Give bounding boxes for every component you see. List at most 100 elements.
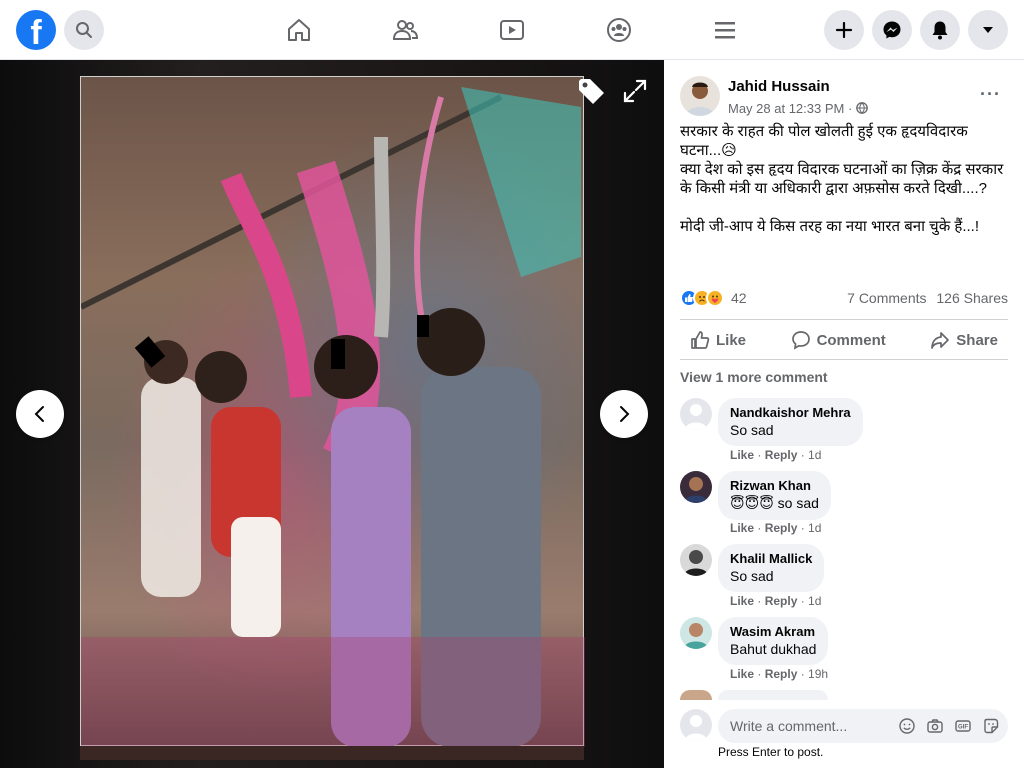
nav-watch[interactable] xyxy=(496,14,528,46)
comment-bubble: Wasim Akram Bahut dukhad xyxy=(718,617,829,665)
facebook-logo[interactable]: f xyxy=(16,10,56,50)
partial-comment-bubble xyxy=(718,690,828,700)
comment-age[interactable]: 1d xyxy=(808,594,821,608)
photo-viewer xyxy=(0,60,664,768)
fullscreen-button[interactable] xyxy=(622,78,648,109)
comment-input-placeholder: Write a comment... xyxy=(730,718,848,734)
comment-age[interactable]: 1d xyxy=(808,448,821,462)
author-name[interactable]: Jahid Hussain xyxy=(728,78,830,95)
shares-count-link[interactable]: 126 Shares xyxy=(936,290,1008,306)
comment-bubble: Rizwan Khan 😇😇😇 so sad xyxy=(718,471,831,520)
messenger-button[interactable] xyxy=(872,10,912,50)
comment-composer: Write a comment... GIF Press Enter to po… xyxy=(664,700,1024,768)
commenter-avatar[interactable] xyxy=(680,544,712,576)
thumbs-up-icon xyxy=(691,331,710,349)
comment-text: So sad xyxy=(730,568,774,584)
comment-meta: Like · Reply · 1d xyxy=(730,521,822,535)
search-button[interactable] xyxy=(64,10,104,50)
share-button[interactable]: Share xyxy=(920,330,1008,350)
reaction-count: 42 xyxy=(731,290,747,306)
comment-button[interactable]: Comment xyxy=(781,330,896,350)
nav-home[interactable] xyxy=(283,14,315,46)
comment-like-link[interactable]: Like xyxy=(730,667,754,681)
comment-meta: Like · Reply · 19h xyxy=(730,667,829,681)
divider-top xyxy=(680,319,1008,320)
create-button[interactable] xyxy=(824,10,864,50)
commenter-avatar-image xyxy=(680,544,712,576)
comment-reply-link[interactable]: Reply xyxy=(765,594,798,608)
default-avatar-image xyxy=(680,398,712,430)
bell-icon xyxy=(932,21,948,40)
previous-photo-button[interactable] xyxy=(16,390,64,438)
groups-icon xyxy=(607,18,631,42)
comment-bubble: Khalil Mallick So sad xyxy=(718,544,825,592)
commenter-avatar[interactable] xyxy=(680,471,712,503)
comment-like-link[interactable]: Like xyxy=(730,448,754,462)
commenter-avatar-image xyxy=(680,617,712,649)
comment-reply-link[interactable]: Reply xyxy=(765,448,798,462)
caret-down-icon xyxy=(983,27,993,33)
nav-friends[interactable] xyxy=(389,14,421,46)
notifications-button[interactable] xyxy=(920,10,960,50)
camera-icon[interactable] xyxy=(926,717,944,735)
nav-groups[interactable] xyxy=(603,14,635,46)
chevron-left-icon xyxy=(34,406,44,422)
like-button[interactable]: Like xyxy=(680,330,756,350)
emoji-icon[interactable] xyxy=(898,717,916,735)
next-photo-button[interactable] xyxy=(600,390,648,438)
comment-reply-link[interactable]: Reply xyxy=(765,667,798,681)
share-icon xyxy=(931,332,950,349)
comment-label: Comment xyxy=(816,331,886,349)
comment-age[interactable]: 19h xyxy=(808,667,828,681)
post-side-panel: Jahid Hussain May 28 at 12:33 PM · ··· स… xyxy=(664,60,1024,768)
photo-illustration xyxy=(79,87,585,747)
commenter-avatar[interactable] xyxy=(680,398,712,430)
comment-meta: Like · Reply · 1d xyxy=(730,594,822,608)
video-icon xyxy=(500,20,524,40)
commenter-name[interactable]: Rizwan Khan xyxy=(730,478,819,493)
post-actions: Like Comment Share xyxy=(680,322,1008,358)
post-options-button[interactable]: ··· xyxy=(980,84,1001,105)
reaction-summary[interactable]: 42 xyxy=(680,288,747,308)
commenter-avatar-image xyxy=(680,471,712,503)
like-label: Like xyxy=(716,331,747,349)
comment-like-link[interactable]: Like xyxy=(730,594,754,608)
plus-icon xyxy=(835,21,853,39)
partial-commenter-avatar xyxy=(680,690,712,700)
post-photo xyxy=(79,76,585,747)
comment-age[interactable]: 1d xyxy=(808,521,821,535)
comment-reply-link[interactable]: Reply xyxy=(765,521,798,535)
tag-photo-button[interactable] xyxy=(576,76,608,113)
author-avatar[interactable] xyxy=(680,76,720,116)
comments-count-link[interactable]: 7 Comments xyxy=(847,290,926,306)
commenter-name[interactable]: Khalil Mallick xyxy=(730,551,812,566)
care-reaction-icon xyxy=(706,289,724,307)
press-enter-hint: Press Enter to post. xyxy=(718,745,824,759)
divider-bottom xyxy=(680,359,1008,360)
search-icon xyxy=(76,22,92,38)
default-avatar-image xyxy=(680,709,712,741)
post-stats: 7 Comments 126 Shares xyxy=(841,290,1008,306)
current-user-avatar[interactable] xyxy=(680,709,712,741)
comment-like-link[interactable]: Like xyxy=(730,521,754,535)
commenter-avatar[interactable] xyxy=(680,617,712,649)
sticker-icon[interactable] xyxy=(982,717,1000,735)
expand-icon xyxy=(623,79,647,103)
account-button[interactable] xyxy=(968,10,1008,50)
gif-icon[interactable]: GIF xyxy=(954,717,972,735)
photo-bottom-strip xyxy=(80,746,584,760)
view-more-comments-link[interactable]: View 1 more comment xyxy=(680,369,828,385)
friends-icon xyxy=(392,20,419,40)
share-label: Share xyxy=(956,331,998,349)
commenter-name[interactable]: Nandkaishor Mehra xyxy=(730,405,851,420)
comment-input[interactable]: Write a comment... GIF xyxy=(718,709,1008,743)
tag-icon xyxy=(579,79,604,104)
chevron-right-icon xyxy=(620,406,630,422)
nav-menu[interactable] xyxy=(709,14,741,46)
svg-text:GIF: GIF xyxy=(958,725,968,731)
commenter-name[interactable]: Wasim Akram xyxy=(730,624,816,639)
post-timestamp[interactable]: May 28 at 12:33 PM · xyxy=(728,101,868,116)
comment-bubble: Nandkaishor Mehra So sad xyxy=(718,398,863,446)
home-icon xyxy=(288,19,310,41)
comment-meta: Like · Reply · 1d xyxy=(730,448,822,462)
